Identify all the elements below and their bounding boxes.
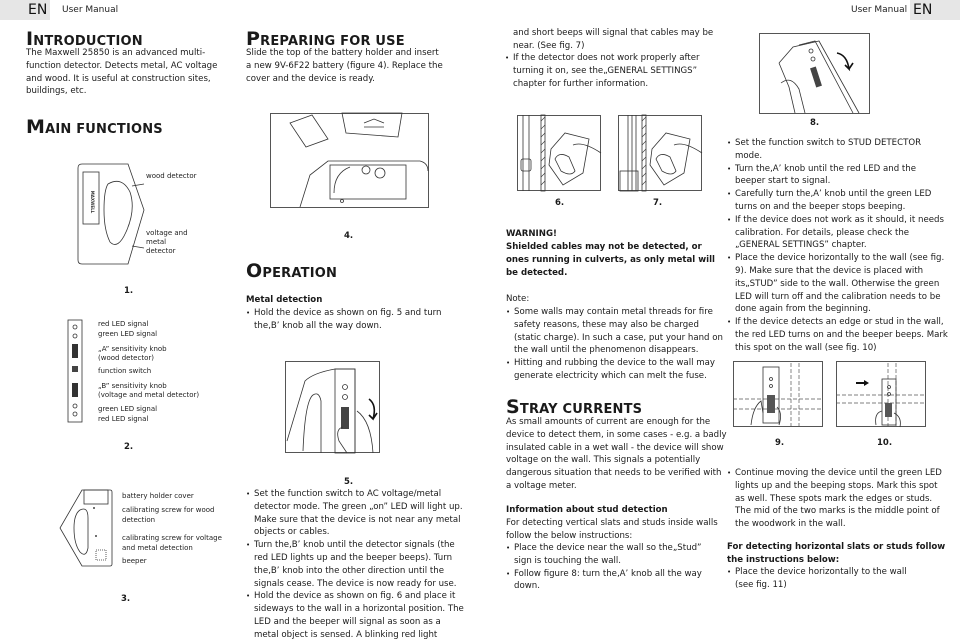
metal-detection-list: Hold the device as shown on fig. 5 and t… <box>246 307 464 333</box>
stud-detection-heading: Information about stud detection <box>506 505 668 515</box>
metal-detection-item: Hold the device as shown on fig. 5 and t… <box>246 307 464 333</box>
warning-text: Shielded cables may not be detected, or … <box>506 242 715 278</box>
fig2-label-green-led-top: green LED signal <box>98 330 158 338</box>
main-functions-title: MAIN FUNCTIONS <box>26 116 163 138</box>
fig3-label-beeper: beeper <box>122 557 147 565</box>
operation-list: Set the function switch to AC voltage/me… <box>246 488 468 642</box>
figure-10-number: 10. <box>877 438 893 448</box>
continuation-text: and short beeps will signal that cables … <box>513 28 714 51</box>
note-item: Some walls may contain metal threads for… <box>506 306 726 357</box>
header-lang-left: EN <box>28 2 48 18</box>
header-lang-right: EN <box>913 2 933 18</box>
fig3-label-wood-screw-sub: detection <box>122 516 156 524</box>
figure-6-number: 6. <box>555 198 565 208</box>
horizontal-studs-item: Place the device horizontally to the wal… <box>727 566 927 592</box>
header-title-right: User Manual <box>851 5 908 15</box>
figure-8-knob-turn <box>759 33 870 114</box>
continue-list: Continue moving the device until the gre… <box>727 467 949 531</box>
stud-mode-item: Place the device horizontally to the wal… <box>727 252 949 316</box>
figure-3-device-back <box>59 489 113 567</box>
detector-list: If the detector does not work properly a… <box>505 52 720 90</box>
figure-9-number: 9. <box>775 438 785 448</box>
figure-4-number: 4. <box>344 231 354 241</box>
fig3-label-wood-screw: calibrating screw for wood <box>122 506 215 514</box>
figure-3-number: 3. <box>121 594 131 604</box>
stud-detection-text: For detecting vertical slats and studs i… <box>506 518 718 541</box>
stud-mode-item: If the device does not work as it should… <box>727 214 949 252</box>
detector-item: If the detector does not work properly a… <box>505 52 720 90</box>
stud-detection-item: Follow figure 8: turn the‚A’ knob all th… <box>506 568 706 594</box>
figure-5-hold-device <box>285 361 380 454</box>
fig2-label-a-knob-sub: (wood detector) <box>98 354 154 362</box>
fig3-label-battery-cover: battery holder cover <box>122 492 194 500</box>
note-item: Hitting and rubbing the device to the wa… <box>506 357 726 383</box>
figure-1-number: 1. <box>124 286 134 296</box>
operation-title: OPERATION <box>246 260 338 282</box>
brand-label: MAXWELL <box>90 191 95 214</box>
fig1-label-voltage-metal-detector: voltage and metal detector <box>146 229 188 255</box>
figure-10-mark-spot <box>836 361 926 428</box>
stud-detection-list: Place the device near the wall so the„St… <box>506 542 706 593</box>
operation-item: Turn the‚B’ knob until the detector sign… <box>246 539 468 590</box>
figure-1-device-front: MAXWELL <box>77 163 145 265</box>
stud-mode-item: Carefully turn the‚A’ knob until the gre… <box>727 188 949 214</box>
fig1-label-wood-detector: wood detector <box>146 172 197 180</box>
figure-4-battery-insert <box>270 112 429 208</box>
stud-mode-item: If the device detects an edge or stud in… <box>727 316 949 354</box>
figure-9-horizontal-placement <box>733 361 823 427</box>
header-title-left: User Manual <box>62 5 119 15</box>
fig3-label-metal-screw: calibrating screw for voltage <box>122 534 222 542</box>
fig2-label-function-switch: function switch <box>98 367 152 375</box>
continue-item: Continue moving the device until the gre… <box>727 467 949 531</box>
stud-mode-item: Turn the‚A’ knob until the red LED and t… <box>727 163 949 189</box>
figure-7-wall-scan <box>618 114 703 192</box>
figure-2-control-panel <box>67 319 83 423</box>
fig2-label-b-knob-sub: (voltage and metal detector) <box>98 391 200 399</box>
stud-detection-item: Place the device near the wall so the„St… <box>506 542 706 568</box>
figure-6-wall-scan <box>517 114 602 192</box>
stray-currents-text: As small amounts of current are enough f… <box>506 417 727 491</box>
warning-title: WARNING! <box>506 229 557 239</box>
stud-mode-item: Set the function switch to STUD DETECTOR… <box>727 137 949 163</box>
figure-5-number: 5. <box>344 477 354 487</box>
introduction-text: The Maxwell 25850 is an advanced multi-f… <box>26 48 218 97</box>
preparing-text: Slide the top of the battery holder and … <box>246 48 443 84</box>
figure-7-number: 7. <box>653 198 663 208</box>
figure-8-number: 8. <box>810 118 820 128</box>
fig3-label-metal-screw-sub: and metal detection <box>122 544 193 552</box>
horizontal-studs-list: Place the device horizontally to the wal… <box>727 566 927 592</box>
figure-2-number: 2. <box>124 442 134 452</box>
horizontal-studs-heading: For detecting horizontal slats or studs … <box>727 542 946 565</box>
note-label: Note: <box>506 294 530 304</box>
fig2-label-a-knob: „A” sensitivity knob <box>98 345 167 353</box>
stud-mode-list: Set the function switch to STUD DETECTOR… <box>727 137 949 355</box>
fig2-label-red-led-bottom: red LED signal <box>98 415 149 423</box>
metal-detection-heading: Metal detection <box>246 295 323 305</box>
operation-item: Set the function switch to AC voltage/me… <box>246 488 468 539</box>
fig2-label-b-knob: „B” sensitivity knob <box>98 382 167 390</box>
fig2-label-red-led-top: red LED signal <box>98 320 149 328</box>
operation-item: Hold the device as shown on fig. 6 and p… <box>246 590 468 641</box>
fig2-label-green-led-bottom: green LED signal <box>98 405 158 413</box>
note-list: Some walls may contain metal threads for… <box>506 306 726 383</box>
